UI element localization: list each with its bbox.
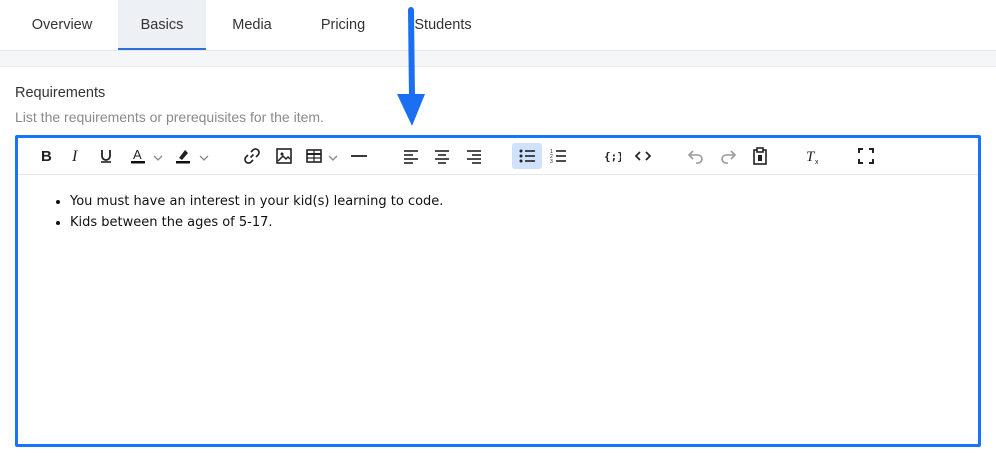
align-left-button[interactable] [398,143,424,169]
list-item: Kids between the ages of 5-17. [70,212,978,233]
fullscreen-icon [858,148,874,164]
field-help-text: List the requirements or prerequisites f… [15,109,324,125]
italic-button[interactable]: I [64,143,88,169]
tab-bar: Overview Basics Media Pricing Students [0,0,996,51]
rich-text-editor: B I A 1 2 3 {; T x • You must have an in… [15,135,981,447]
highlight-icon [176,150,190,164]
tab-overview[interactable]: Overview [0,0,124,48]
bold-button[interactable]: B [34,143,58,169]
bold-icon: B [41,148,52,164]
numbered-list-button[interactable]: 123 [545,143,571,169]
align-center-icon [435,150,449,164]
tab-pricing[interactable]: Pricing [300,0,386,48]
clear-format-button[interactable]: Tx [800,143,826,169]
align-center-button[interactable] [429,143,455,169]
svg-text:I: I [71,148,78,164]
link-icon [244,148,260,164]
svg-text:A: A [133,147,142,162]
numbered-list-icon: 123 [550,149,566,165]
underline-button[interactable] [94,143,118,169]
text-color-button[interactable]: A [126,143,150,169]
image-button[interactable] [271,143,297,169]
chevron-down-icon[interactable] [199,150,209,161]
bullet-list-icon [519,149,535,163]
redo-icon [721,150,737,164]
highlight-button[interactable] [171,143,195,169]
tab-media[interactable]: Media [214,0,290,48]
table-button[interactable] [302,143,326,169]
paste-button[interactable] [747,143,773,169]
text-color-icon: A [131,147,145,164]
list-item: You must have an interest in your kid(s)… [70,191,978,212]
svg-text:B: B [41,148,52,164]
code-block-button[interactable]: {;} [598,143,626,169]
align-right-button[interactable] [461,143,487,169]
source-code-icon [634,151,652,161]
section-divider [0,51,996,67]
image-icon [276,148,292,164]
redo-button[interactable] [715,143,741,169]
underline-icon [101,150,111,163]
editor-toolbar: B I A 1 2 3 {; T x [18,138,978,175]
annotation-arrow-icon [397,7,425,126]
horizontal-rule-icon [351,155,367,157]
horizontal-rule-button[interactable] [346,143,372,169]
field-label: Requirements [15,85,106,101]
bullet-list: You must have an interest in your kid(s)… [18,191,978,233]
undo-icon [687,150,703,164]
clear-format-icon: Tx [806,149,819,165]
bullet-list-button[interactable] [512,143,542,169]
undo-button[interactable] [683,143,709,169]
svg-text:{;}: {;} [604,150,621,163]
align-right-icon [467,150,481,164]
svg-text:3: 3 [550,159,553,165]
link-button[interactable] [239,143,265,169]
tab-basics[interactable]: Basics [118,0,206,50]
editor-content-area[interactable]: You must have an interest in your kid(s)… [18,175,978,444]
code-block-icon: {;} [604,150,621,163]
fullscreen-button[interactable] [853,143,879,169]
italic-icon: I [71,148,78,164]
paste-icon [753,147,767,165]
chevron-down-icon[interactable] [153,150,163,161]
chevron-down-icon[interactable] [328,150,338,161]
svg-text:x: x [815,159,819,165]
align-left-icon [404,150,418,164]
table-icon [306,149,322,163]
source-code-button[interactable] [630,143,656,169]
